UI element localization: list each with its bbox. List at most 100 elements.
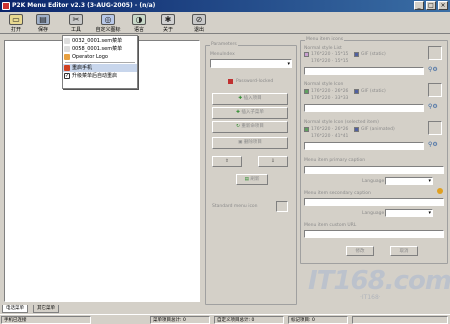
status-custom-count: 自定义项目总计: 0 [214,316,284,324]
insert-item-button[interactable]: ✚ 插入项目 [212,93,288,105]
size-label: 176*220 · 41*41 [311,134,349,139]
gif-type-label: GIF (static) [361,89,386,94]
document-icon [64,46,70,52]
secondary-caption-label: Menu item secondary caption [304,191,371,196]
apply-button[interactable]: 修改 [346,246,374,256]
exit-icon: ⊘ [192,14,206,25]
gif-type-label: GIF (static) [361,52,386,57]
browse-icon[interactable]: ⚲⚙ [428,141,438,148]
menu-index-select[interactable]: ▾ [210,59,292,68]
normal-icon-path-input[interactable] [304,104,424,112]
parameters-title: Parameters [210,42,238,48]
insert-submenu-button[interactable]: ✚ 插入子菜单 [212,107,288,119]
menu-item-0058[interactable]: 0058_0001.sem菜单 [63,45,137,53]
size-label: 176*220 · 33*33 [311,96,349,101]
primary-caption-label: Menu item primary caption [304,158,366,163]
status-extra [352,316,448,324]
save-button[interactable]: ▤ 保存 [30,13,56,34]
browse-icon[interactable]: ⚲⚙ [428,103,438,110]
rename-icon: ↻ [236,124,240,129]
secondary-language-select[interactable]: ▾ [385,209,433,217]
gif-type-label: GIF (animated) [361,127,395,132]
open-label: 打开 [10,27,21,33]
custom-url-input[interactable] [304,230,444,238]
rename-item-button[interactable]: ↻ 重新命项目 [212,121,288,133]
color-swatch [304,89,309,94]
size-label: 176*220 · 15*15 [311,59,349,64]
password-locked-label: Password-locked [236,79,274,84]
close-window-button[interactable]: × [438,1,448,10]
menu-item-label: 升级菜单后自动重启 [72,73,118,79]
language-label: 语言 [133,27,144,33]
tab-phone-menu[interactable]: 电话菜单 [2,305,28,313]
custom-url-label: Menu item custom URL [304,223,357,228]
browse-icon[interactable]: ⚲⚙ [428,66,438,73]
watermark-logo: IT168.com [308,266,450,296]
move-up-button[interactable]: ⇧ [212,156,242,167]
delete-item-label: 删除项目 [243,140,262,145]
about-button[interactable]: ✱ 关于 [155,13,181,34]
about-label: 关于 [162,27,173,33]
menu-divider [65,62,135,63]
standard-icon-preview [276,201,288,212]
watermark-subtitle: ·IT168· [360,294,381,301]
color-swatch [304,127,309,132]
tools-button[interactable]: ✂ 工具 [63,13,89,34]
insert-submenu-label: 插入子菜单 [241,110,264,115]
save-icon: ▤ [36,14,50,25]
selected-icon-path-input[interactable] [304,142,424,150]
language-label: Language [362,211,385,216]
tab-other-menu[interactable]: 其它菜单 [33,305,59,313]
primary-language-select[interactable]: ▾ [385,177,433,185]
folder-open-icon: ▭ [9,14,23,25]
logo-icon [64,54,70,60]
menu-item-restart-phone[interactable]: 重启手机 [63,64,137,72]
refresh-button[interactable]: ▤ 刷新 [236,174,268,185]
size-label: 176*220 · 26*26 [311,89,349,94]
move-down-button[interactable]: ⇩ [258,156,288,167]
custom-icon-button[interactable]: ◎ 自定义图标 [92,13,124,34]
tools-dropdown-menu: 0032_0001.sem菜单 0058_0001.sem菜单 Operator… [62,35,138,89]
exit-button[interactable]: ⊘ 退出 [186,13,212,34]
language-button[interactable]: ◑ 语言 [126,13,152,34]
refresh-icon: ▤ [244,177,249,182]
title-bar: P2K Menu Editor v2.3 (3-AUG-2005) - (n/a… [0,0,450,12]
menu-item-label: Operator Logo [72,54,108,60]
app-icon [2,2,10,10]
language-icon: ◑ [132,14,146,25]
bottom-tabs: 电话菜单 其它菜单 [0,305,450,314]
tools-label: 工具 [70,27,81,33]
gif-icon [354,127,359,132]
standard-icon-label: Standard menu icon [212,204,258,209]
menu-item-label: 0058_0001.sem菜单 [72,46,123,52]
size-label: 176*220 · 26*26 [311,127,349,132]
icon-preview [428,46,442,60]
maximize-button[interactable]: □ [426,1,436,10]
open-button[interactable]: ▭ 打开 [3,13,29,34]
primary-caption-input[interactable] [304,166,444,174]
menu-item-label: 0032_0001.sem菜单 [72,38,123,44]
delete-icon: ▣ [238,140,243,145]
delete-item-button[interactable]: ▣ 删除项目 [212,137,288,149]
exit-label: 退出 [193,27,204,33]
menu-item-auto-restart[interactable]: ✓ 升级菜单后自动重启 [63,72,137,80]
document-icon [64,38,70,44]
normal-icon-label: Normal style Icon [304,82,344,87]
gif-icon [354,89,359,94]
minimize-button[interactable]: _ [414,1,424,10]
refresh-label: 刷新 [250,177,260,182]
gear-icon: ✱ [161,14,175,25]
plus-icon: ✚ [238,96,243,101]
menu-item-0032[interactable]: 0032_0001.sem菜单 [63,37,137,45]
menu-item-operator-logo[interactable]: Operator Logo [63,53,137,61]
menu-item-label: 重启手机 [72,65,93,71]
cancel-button[interactable]: 取消 [390,246,418,256]
edit-icon[interactable] [437,188,443,194]
gif-icon [354,52,359,57]
submenu-icon: ✚ [236,110,240,115]
status-bar: 手机已连接 菜单项目总计: 0 自定义项目总计: 0 标记项目: 0 [0,314,450,324]
window-title: P2K Menu Editor v2.3 (3-AUG-2005) - (n/a… [12,2,156,9]
secondary-caption-input[interactable] [304,198,444,206]
toolbar: ▭ 打开 ▤ 保存 ✂ 工具 ◎ 自定义图标 ◑ 语言 ✱ 关于 ⊘ 退出 [0,12,450,34]
normal-list-path-input[interactable] [304,67,424,75]
